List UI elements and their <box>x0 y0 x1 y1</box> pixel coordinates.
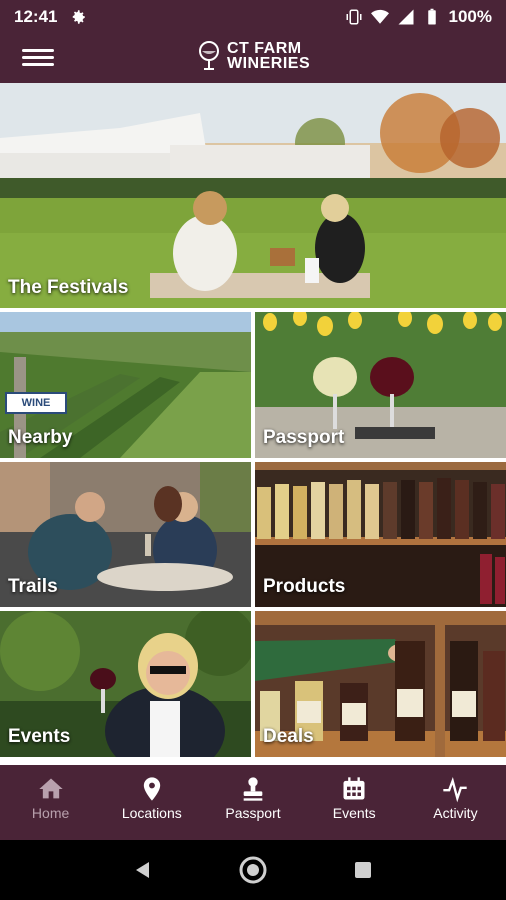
nav-locations[interactable]: Locations <box>101 765 202 840</box>
back-icon[interactable] <box>131 858 155 882</box>
recents-icon[interactable] <box>351 858 375 882</box>
activity-icon <box>443 777 468 803</box>
signal-icon <box>398 9 414 24</box>
tile-label: Events <box>8 726 71 747</box>
tile-label: Products <box>263 576 346 597</box>
home-icon <box>38 778 63 799</box>
tile-nearby[interactable]: WINE Nearby <box>0 312 251 458</box>
app-bar: CT FARM WINERIES <box>0 33 506 83</box>
nav-label: Events <box>332 805 376 821</box>
nav-label: Home <box>31 805 70 821</box>
tile-products[interactable]: Products <box>255 462 506 607</box>
hamburger-icon[interactable] <box>22 45 54 71</box>
wine-sign: WINE <box>5 392 67 414</box>
battery-percent: 100% <box>448 6 492 26</box>
battery-icon <box>427 8 436 24</box>
calendar-icon <box>343 777 365 800</box>
tile-passport[interactable]: Passport <box>255 312 506 458</box>
stamp-icon <box>243 777 263 801</box>
location-pin-icon <box>143 777 160 801</box>
bottom-nav: Home Locations Passport Events Activity <box>0 765 506 840</box>
nav-label: Passport <box>225 805 281 821</box>
tile-label: The Festivals <box>8 277 129 298</box>
nav-label: Locations <box>121 805 182 821</box>
logo-line2: WINERIES <box>227 55 311 72</box>
nav-events[interactable]: Events <box>304 765 405 840</box>
tile-deals[interactable]: Deals <box>255 611 506 757</box>
tile-trails[interactable]: Trails <box>0 462 251 607</box>
home-grid: The Festivals WINE Nearby Passport Trail… <box>0 83 506 765</box>
tile-label: Nearby <box>8 427 73 448</box>
wine-glass-icon <box>199 41 219 70</box>
tile-label: Trails <box>8 576 58 597</box>
app-logo: CT FARM WINERIES <box>197 40 311 72</box>
logo-line1: CT FARM <box>227 40 302 57</box>
nav-home[interactable]: Home <box>0 765 101 840</box>
nav-activity[interactable]: Activity <box>405 765 506 840</box>
festivals-photo <box>0 83 506 308</box>
gear-icon <box>73 9 86 24</box>
system-nav-bar <box>0 840 506 900</box>
nav-label: Activity <box>433 805 478 821</box>
status-bar: 12:41 100% <box>0 0 506 33</box>
vibrate-icon <box>346 9 362 24</box>
tile-festivals[interactable]: The Festivals <box>0 83 506 308</box>
nav-passport[interactable]: Passport <box>202 765 303 840</box>
tile-label: Passport <box>263 427 345 448</box>
tile-label: Deals <box>263 726 314 747</box>
status-time: 12:41 <box>14 6 58 26</box>
wifi-icon <box>370 9 389 24</box>
home-button-icon[interactable] <box>238 855 268 885</box>
tile-events[interactable]: Events <box>0 611 251 757</box>
